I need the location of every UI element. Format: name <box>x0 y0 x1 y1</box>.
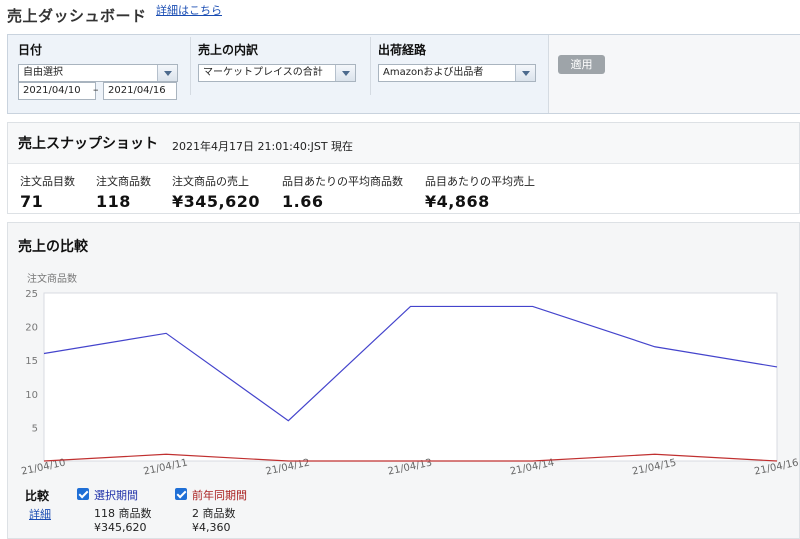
selected-period-checkbox[interactable] <box>77 488 89 500</box>
legend-detail-link[interactable]: 詳細 <box>29 506 51 522</box>
y-tick-label: 25 <box>25 289 38 300</box>
plot-area <box>43 292 778 462</box>
y-tick-label: 20 <box>25 323 38 334</box>
legend-series-name: 選択期間 <box>94 489 138 502</box>
legend-series-name: 前年同期間 <box>192 489 247 502</box>
y-axis-title: 注文商品数 <box>27 272 77 285</box>
legend-series-count: 118 商品数 <box>94 507 152 520</box>
legend-series-sales: ¥345,620 <box>94 521 147 534</box>
legend-series-count: 2 商品数 <box>192 507 236 520</box>
sales-comparison-chart: 注文商品数51015202521/04/10 21/04/11 21/04/12 21… <box>20 272 799 478</box>
previous-year-checkbox[interactable] <box>175 488 187 500</box>
y-tick-label: 15 <box>25 356 38 367</box>
y-tick-label: 5 <box>32 423 38 434</box>
legend-series-sales: ¥4,360 <box>192 521 231 534</box>
legend-heading: 比較 <box>25 489 50 503</box>
y-tick-label: 10 <box>25 390 38 401</box>
